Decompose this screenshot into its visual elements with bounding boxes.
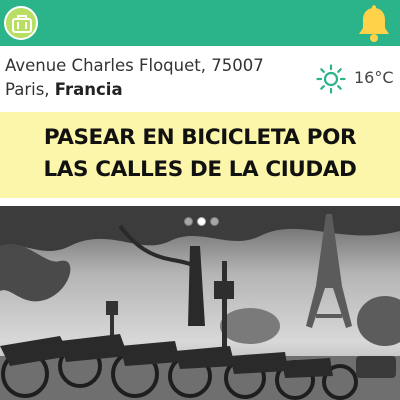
temperature: 16°C — [354, 68, 394, 87]
suitcase-icon — [12, 15, 32, 33]
carousel-dot[interactable] — [184, 217, 193, 226]
country-name: Francia — [54, 80, 123, 99]
address-line: Avenue Charles Floquet, 75007 — [5, 56, 264, 75]
city-name: Paris, — [5, 80, 50, 99]
sun-icon — [316, 64, 346, 94]
headline-line2: LAS CALLES DE LA CIUDAD — [43, 157, 357, 182]
carousel-pagination — [184, 211, 223, 226]
carousel-image[interactable] — [0, 206, 400, 400]
suitcase-button[interactable] — [4, 6, 38, 40]
bicycles-eiffel-tower-photo — [0, 206, 400, 400]
top-bar — [0, 0, 400, 46]
activity-headline: PASEAR EN BICICLETA POR LAS CALLES DE LA… — [0, 112, 400, 198]
carousel-dot[interactable] — [197, 217, 206, 226]
carousel-dot[interactable] — [210, 217, 219, 226]
location-panel: Avenue Charles Floquet, 75007 Paris, Fra… — [0, 46, 400, 106]
headline-line1: PASEAR EN BICICLETA POR — [43, 125, 357, 150]
city-line: Paris, Francia — [5, 80, 123, 99]
bell-icon[interactable] — [354, 4, 394, 44]
